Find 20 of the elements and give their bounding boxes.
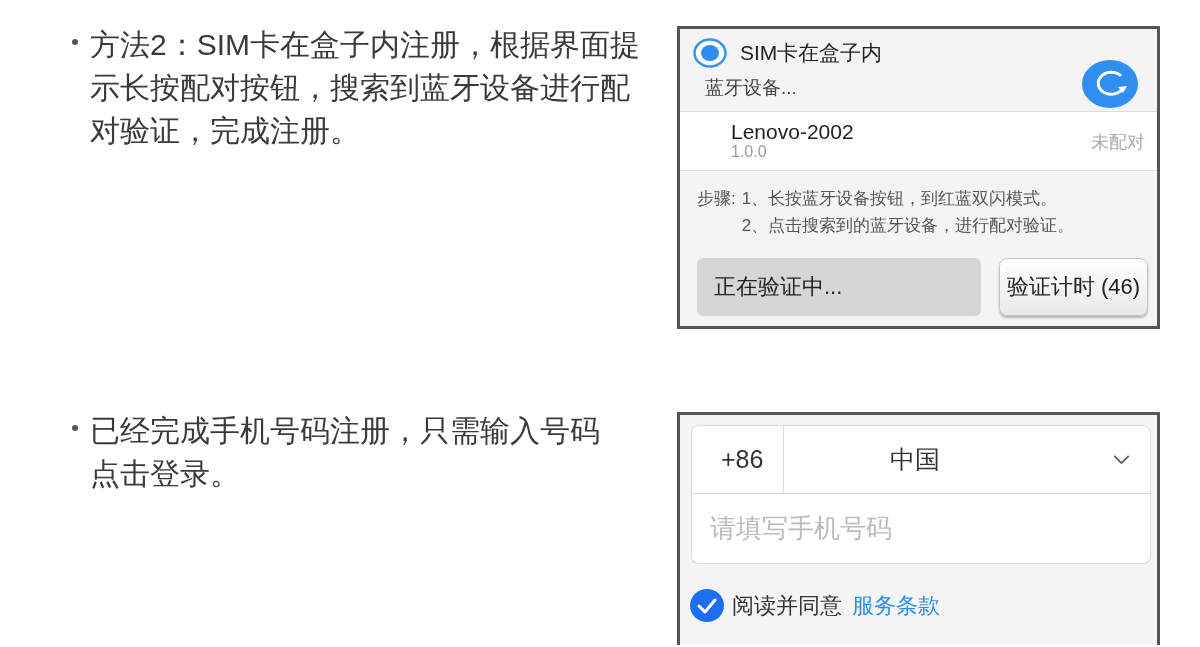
device-name: Lenovo-2002	[731, 121, 854, 143]
device-version: 1.0.0	[731, 143, 768, 161]
device-list-item[interactable]: Lenovo-2002 1.0.0 未配对	[680, 112, 1157, 171]
steps-label: 步骤:	[697, 188, 736, 210]
agreement-text: 阅读并同意	[732, 591, 842, 620]
timer-button[interactable]: 验证计时 (46)	[999, 258, 1148, 316]
scan-status-text: 蓝牙设备...	[704, 77, 798, 99]
bullet-icon	[72, 425, 78, 431]
instruction-text: 方法2：SIM卡在盒子内注册，根据界面提示长按配对按钮，搜索到蓝牙设备进行配对验证，完成注册。	[90, 27, 642, 149]
pairing-status: 未配对	[1091, 131, 1145, 154]
radio-button[interactable]	[693, 38, 727, 68]
refresh-icon[interactable]	[1082, 60, 1138, 108]
step-text: 1、长按蓝牙设备按钮，到红蓝双闪模式。	[741, 188, 1059, 210]
step-text: 2、点击搜索到的蓝牙设备，进行配对验证。	[741, 215, 1075, 237]
verifying-status-button[interactable]: 正在验证中...	[697, 258, 981, 316]
option-label: SIM卡在盒子内	[740, 40, 883, 66]
checkbox[interactable]	[690, 589, 724, 622]
phone-input-field[interactable]: 请填写手机号码	[691, 494, 1151, 564]
bullet-icon	[72, 39, 78, 45]
instruction-text: 已经完成手机号码注册，只需输入号码点击登录。	[90, 413, 601, 492]
